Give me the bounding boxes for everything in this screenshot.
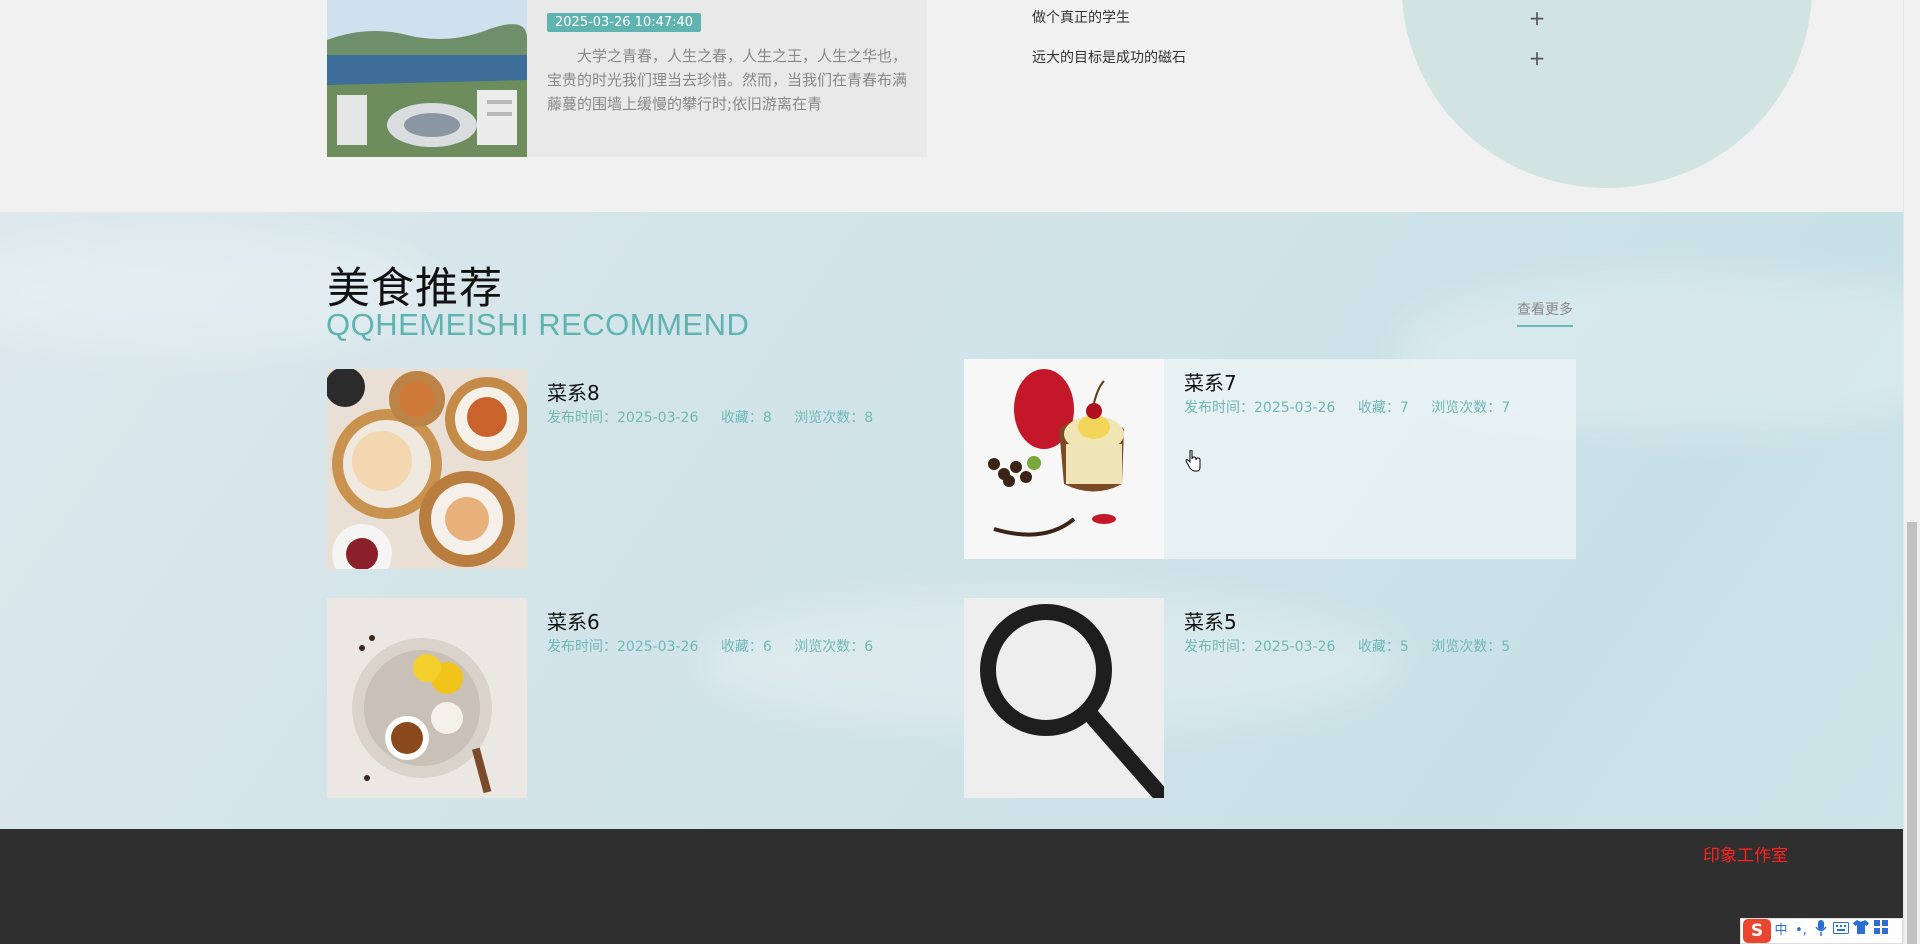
food-name[interactable]: 菜系5	[1184, 606, 1237, 635]
food-card[interactable]: 菜系8 发布时间：2025-03-26 收藏：8 浏览次数：8	[327, 369, 939, 569]
food-meta: 发布时间：2025-03-26 收藏：5 浏览次数：5	[1184, 636, 1528, 656]
campus-photo[interactable]	[327, 0, 527, 157]
shirt-icon[interactable]	[1851, 920, 1871, 942]
view-count: 浏览次数：6	[794, 639, 874, 655]
faq-item[interactable]: 做个真正的学生 +	[1032, 3, 1552, 33]
view-count: 浏览次数：7	[1431, 400, 1511, 416]
news-card[interactable]: 2025-03-26 10:47:40 大学之青春，人生之春，人生之王，人生之华…	[327, 0, 927, 157]
plus-icon[interactable]: +	[1522, 43, 1552, 73]
food-meta: 发布时间：2025-03-26 收藏：7 浏览次数：7	[1184, 397, 1528, 417]
favorites-count: 收藏：7	[1357, 400, 1409, 416]
food-name[interactable]: 菜系8	[547, 377, 600, 406]
publish-date: 发布时间：2025-03-26	[547, 410, 699, 426]
scrollbar-thumb[interactable]	[1907, 522, 1917, 944]
news-section: 2025-03-26 10:47:40 大学之青春，人生之春，人生之王，人生之华…	[0, 0, 1903, 212]
view-count: 浏览次数：8	[794, 410, 874, 426]
magnifier-placeholder-image[interactable]	[964, 598, 1164, 798]
ime-punctuation-toggle[interactable]: •,	[1791, 920, 1811, 942]
food-meta: 发布时间：2025-03-26 收藏：8 浏览次数：8	[547, 407, 891, 427]
news-excerpt: 大学之青春，人生之春，人生之王，人生之华也，宝贵的时光我们理当去珍惜。然而，当我…	[547, 47, 908, 113]
publish-date: 发布时间：2025-03-26	[1184, 639, 1336, 655]
news-date-badge: 2025-03-26 10:47:40	[547, 13, 702, 32]
faq-question[interactable]: 远大的目标是成功的磁石	[1032, 43, 1186, 73]
sogou-logo-icon[interactable]: S	[1743, 919, 1771, 943]
ime-toolbar[interactable]: S 中 •,	[1740, 918, 1903, 944]
footer: 印象工作室	[0, 829, 1903, 944]
hand-cursor-icon	[1185, 449, 1201, 472]
food-card[interactable]: 菜系6 发布时间：2025-03-26 收藏：6 浏览次数：6	[327, 598, 939, 798]
food-meta: 发布时间：2025-03-26 收藏：6 浏览次数：6	[547, 636, 891, 656]
food-card[interactable]: 菜系7 发布时间：2025-03-26 收藏：7 浏览次数：7	[964, 359, 1576, 559]
mic-icon[interactable]	[1811, 920, 1831, 942]
food-recommend-section: 美食推荐 QQHEMEISHI RECOMMEND 查看更多 菜系8 发布时间：…	[0, 212, 1903, 829]
dessert-photo[interactable]	[964, 359, 1164, 559]
footer-brand[interactable]: 印象工作室	[1703, 841, 1788, 866]
keyboard-icon[interactable]	[1831, 920, 1851, 942]
plus-icon[interactable]: +	[1522, 3, 1552, 33]
food-card[interactable]: 菜系5 发布时间：2025-03-26 收藏：5 浏览次数：5	[964, 598, 1576, 798]
publish-date: 发布时间：2025-03-26	[1184, 400, 1336, 416]
food-name[interactable]: 菜系6	[547, 606, 600, 635]
food-name[interactable]: 菜系7	[1184, 367, 1237, 396]
lemon-tea-photo[interactable]	[327, 598, 527, 798]
faq-item[interactable]: 远大的目标是成功的磁石 +	[1032, 43, 1552, 73]
favorites-count: 收藏：5	[1357, 639, 1409, 655]
view-more-link[interactable]: 查看更多	[1517, 299, 1573, 327]
ime-language-toggle[interactable]: 中	[1771, 920, 1791, 942]
favorites-count: 收藏：8	[720, 410, 772, 426]
view-count: 浏览次数：5	[1431, 639, 1511, 655]
grid-icon[interactable]	[1871, 920, 1891, 942]
publish-date: 发布时间：2025-03-26	[547, 639, 699, 655]
faq-question[interactable]: 做个真正的学生	[1032, 3, 1130, 33]
dim-sum-photo[interactable]	[327, 369, 527, 569]
page-scrollbar[interactable]	[1903, 0, 1920, 944]
favorites-count: 收藏：6	[720, 639, 772, 655]
section-subtitle: QQHEMEISHI RECOMMEND	[326, 307, 750, 342]
